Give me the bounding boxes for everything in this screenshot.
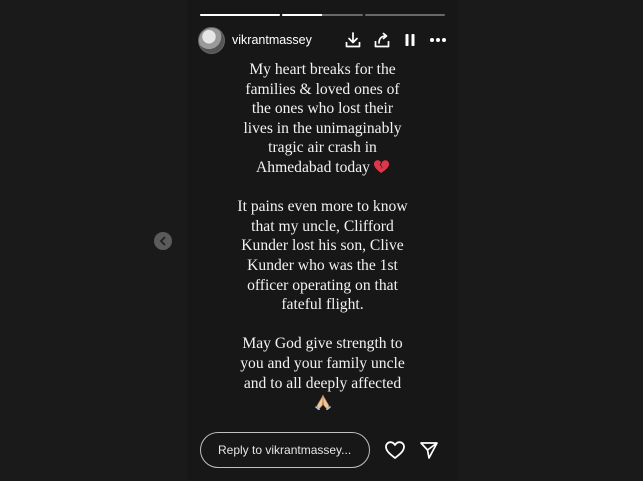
story-viewer: vikrantmassey My heart breaks for the fam…	[187, 0, 458, 481]
username[interactable]: vikrantmassey	[232, 33, 312, 47]
chevron-left-icon	[159, 236, 166, 246]
story-line: My heart breaks for the	[249, 61, 396, 78]
story-text: My heart breaks for the families & loved …	[197, 60, 448, 411]
story-line: tragic air crash in	[268, 139, 377, 157]
story-line: and to all deeply affected	[243, 374, 402, 392]
story-line: families & loved ones of	[245, 80, 400, 98]
story-line: lives in the unimaginably	[243, 119, 402, 137]
story-line: May God give strength to	[242, 335, 403, 353]
pause-icon[interactable]	[402, 32, 418, 48]
story-line: you and your family uncle	[240, 354, 405, 372]
story-paragraph: May God give strength to you and your fam…	[197, 334, 448, 393]
broken-heart-icon	[373, 160, 389, 173]
share-icon[interactable]	[373, 31, 391, 49]
story-line: officer operating on that	[247, 276, 398, 294]
story-line: It pains even more to know	[237, 198, 408, 216]
avatar[interactable]	[198, 26, 225, 54]
progress-segment	[364, 14, 445, 16]
story-header: vikrantmassey	[198, 26, 447, 54]
progress-segment	[200, 14, 281, 16]
previous-story-button[interactable]	[154, 232, 172, 250]
story-progress	[200, 14, 445, 16]
reply-input[interactable]: Reply to vikrantmassey...	[200, 432, 370, 468]
send-icon[interactable]	[419, 440, 439, 460]
heart-icon[interactable]	[384, 440, 406, 460]
story-line: Kunder lost his son, Clive	[241, 237, 404, 255]
story-paragraph: My heart breaks for the families & loved …	[197, 60, 448, 178]
folded-hands-icon	[314, 394, 331, 411]
more-icon[interactable]	[429, 37, 447, 43]
story-line: Kunder who was the 1st	[247, 256, 398, 274]
story-line: Ahmedabad today	[197, 158, 448, 178]
progress-segment	[282, 14, 363, 16]
story-line: that my uncle, Clifford	[251, 217, 394, 235]
story-line: fateful flight.	[281, 296, 364, 314]
story-paragraph: It pains even more to know that my uncle,…	[197, 197, 448, 315]
story-line: the ones who lost their	[251, 100, 394, 118]
download-icon[interactable]	[344, 31, 362, 49]
